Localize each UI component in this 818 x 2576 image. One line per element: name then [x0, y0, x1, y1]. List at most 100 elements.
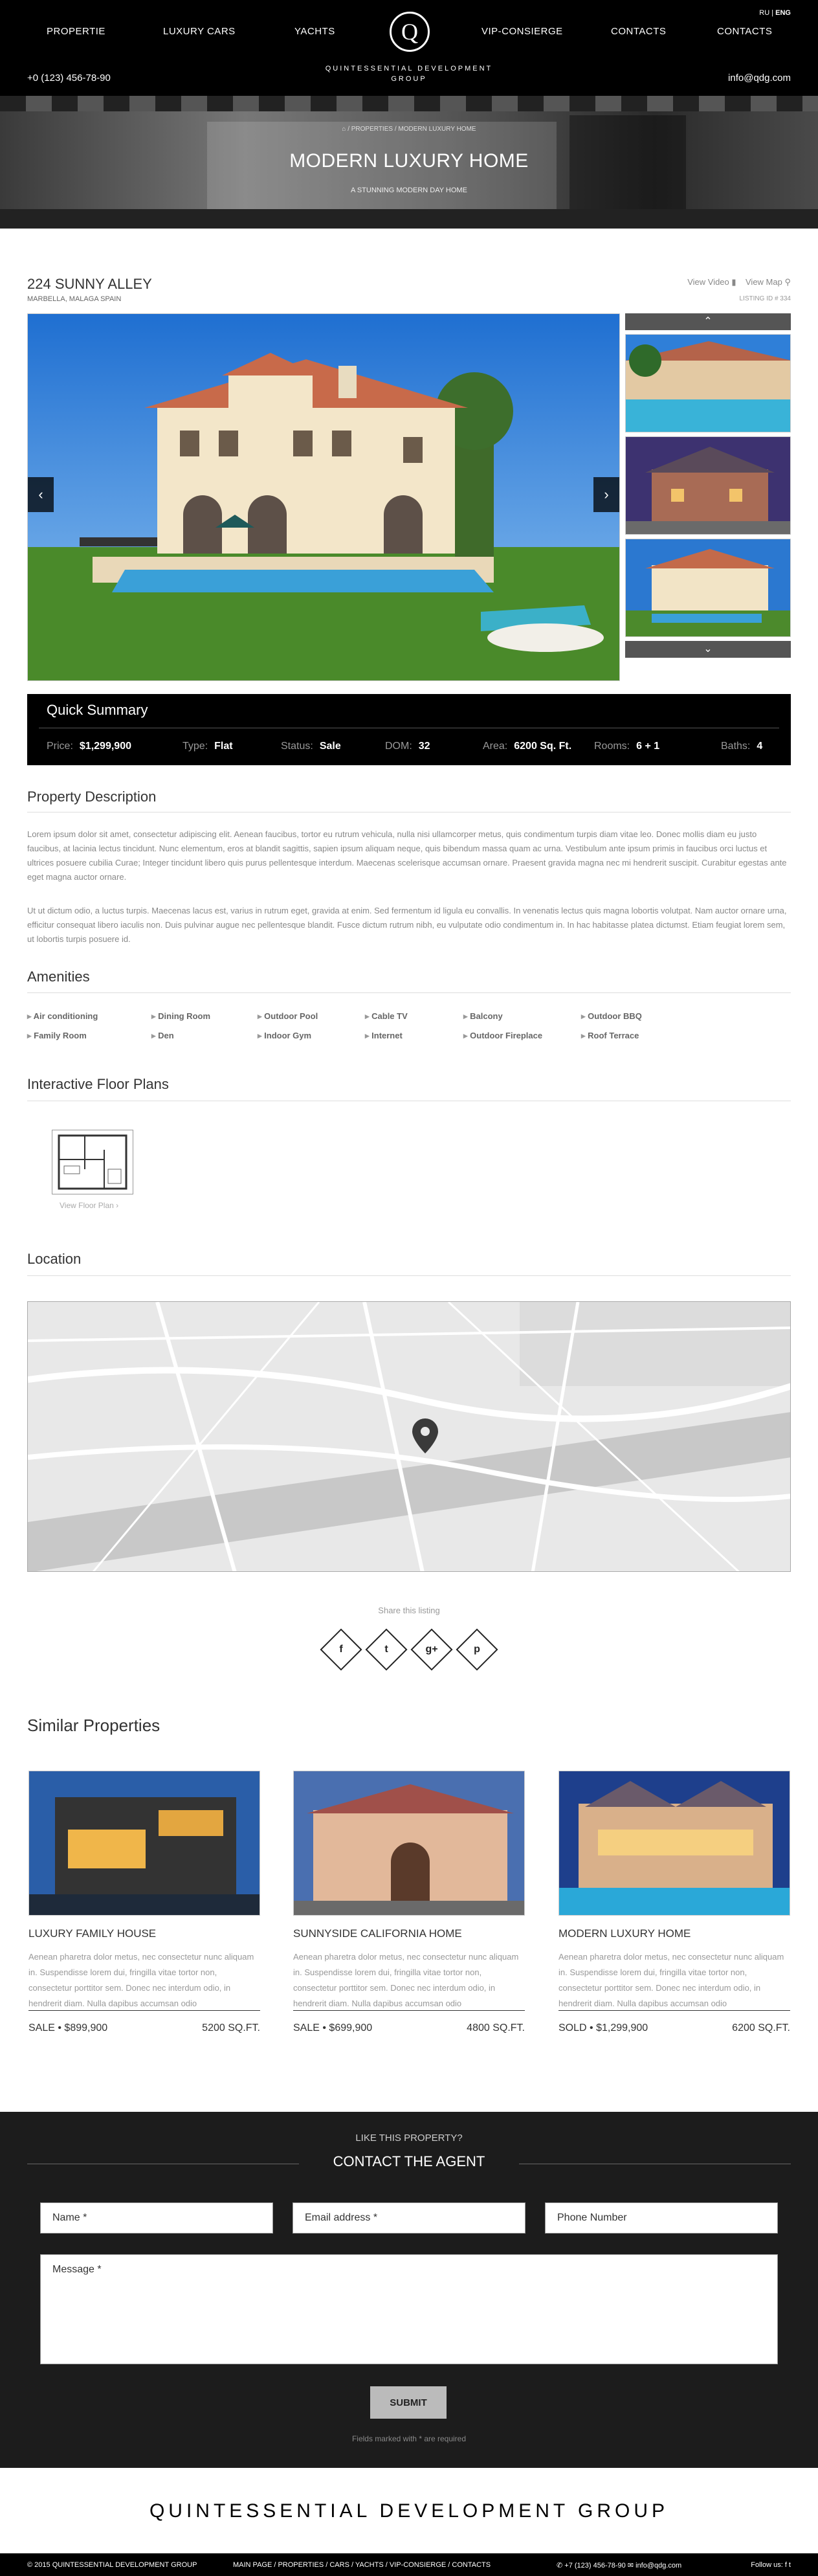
- summary-label: DOM:: [385, 741, 412, 752]
- floor-plan-thumbnail[interactable]: [52, 1130, 133, 1194]
- thumb-down-button[interactable]: ⌄: [625, 641, 791, 658]
- amenity-item: Cable TV: [365, 1011, 408, 1022]
- contact-section: LIKE THIS PROPERTY? CONTACT THE AGENT Na…: [0, 2112, 818, 2468]
- brand-name: QUINTESSENTIAL DEVELOPMENT GROUP: [304, 63, 514, 84]
- amenity-item: Indoor Gym: [258, 1031, 311, 1041]
- quick-summary-title: Quick Summary: [47, 702, 148, 718]
- summary-value: Sale: [319, 741, 341, 752]
- footer-menu[interactable]: MAIN PAGE / PROPERTIES / CARS / YACHTS /…: [233, 2561, 491, 2569]
- card-stats: SOLD • $1,299,900 6200 SQ.FT.: [558, 2022, 790, 2033]
- card-status: SALE: [28, 2022, 55, 2033]
- thumbnail-3[interactable]: [625, 539, 791, 637]
- pinterest-share-button[interactable]: p: [456, 1628, 498, 1671]
- summary-area: Area: 6200 Sq. Ft.: [483, 741, 571, 752]
- gallery-next-button[interactable]: ›: [593, 477, 619, 512]
- similar-card-1[interactable]: LUXURY FAMILY HOUSE Aenean pharetra dolo…: [28, 1771, 260, 2034]
- lang-en[interactable]: ENG: [775, 9, 791, 17]
- thumbnail-strip: ⌃ ⌄: [625, 313, 791, 658]
- nav-vip-consierge[interactable]: VIP-CONSIERGE: [481, 26, 563, 37]
- copyright: © 2015 QUINTESSENTIAL DEVELOPMENT GROUP: [27, 2561, 197, 2569]
- share-label: Share this listing: [378, 1606, 440, 1615]
- required-note: Fields marked with * are required: [351, 2434, 467, 2443]
- card-title[interactable]: LUXURY FAMILY HOUSE: [28, 1927, 260, 1940]
- site-header: RU | ENG PROPERTIE LUXURY CARS YACHTS VI…: [0, 0, 818, 96]
- name-field[interactable]: Name *: [40, 2202, 273, 2234]
- twitter-share-button[interactable]: t: [365, 1628, 408, 1671]
- thumbnail-1-photo: [626, 335, 790, 432]
- quick-summary: Quick Summary Price: $1,299,900 Type: Flat…: [27, 694, 791, 765]
- view-map-link[interactable]: View Map: [746, 277, 782, 287]
- hero-decor-stripe: [0, 96, 818, 111]
- message-field[interactable]: Message *: [40, 2254, 778, 2364]
- similar-card-3[interactable]: MODERN LUXURY HOME Aenean pharetra dolor…: [558, 1771, 790, 2034]
- nav-contacts-2[interactable]: CONTACTS: [717, 26, 772, 37]
- lang-ru[interactable]: RU: [759, 9, 769, 17]
- card-image[interactable]: [293, 1771, 525, 1916]
- summary-label: Status:: [281, 741, 313, 752]
- thumbnail-1[interactable]: [625, 334, 791, 432]
- video-icon[interactable]: ▮: [731, 277, 736, 287]
- similar-card-2[interactable]: SUNNYSIDE CALIFORNIA HOME Aenean pharetr…: [293, 1771, 525, 2034]
- summary-value: 4: [757, 741, 763, 752]
- nav-yachts[interactable]: YACHTS: [294, 26, 335, 37]
- map-pin-icon[interactable]: ⚲: [784, 277, 791, 287]
- floor-plan-drawing: [58, 1134, 127, 1190]
- summary-baths: Baths: 4: [721, 741, 762, 752]
- summary-value: Flat: [214, 741, 233, 752]
- card-description: Aenean pharetra dolor metus, nec consect…: [28, 1952, 254, 2008]
- language-switcher[interactable]: RU | ENG: [759, 9, 791, 17]
- summary-value: 6 + 1: [636, 741, 660, 752]
- footer-contact[interactable]: ✆ +7 (123) 456-78-90 ✉ info@qdg.com: [557, 2561, 681, 2570]
- view-floor-plan-link[interactable]: View Floor Plan ›: [60, 1201, 118, 1210]
- brand-line-1: QUINTESSENTIAL DEVELOPMENT: [325, 65, 493, 73]
- description-paragraph-1: Lorem ipsum dolor sit amet, consectetur …: [27, 829, 787, 882]
- summary-value: 6200 Sq. Ft.: [514, 741, 572, 752]
- view-video-link[interactable]: View Video: [687, 277, 729, 287]
- summary-label: Price:: [47, 741, 73, 752]
- nav-contacts[interactable]: CONTACTS: [611, 26, 666, 37]
- amenities-rule: [27, 992, 791, 993]
- nav-luxury-cars[interactable]: LUXURY CARS: [163, 26, 236, 37]
- card-image[interactable]: [558, 1771, 790, 1916]
- contact-question: LIKE THIS PROPERTY?: [355, 2133, 463, 2144]
- facebook-share-button[interactable]: f: [320, 1628, 362, 1671]
- property-city: MARBELLA, MALAGA SPAIN: [27, 295, 122, 303]
- header-email[interactable]: info@qdg.com: [728, 73, 791, 84]
- contact-heading: CONTACT THE AGENT: [333, 2153, 485, 2169]
- header-phone[interactable]: +0 (123) 456-78-90: [27, 73, 111, 84]
- summary-label: Rooms:: [594, 741, 630, 752]
- summary-price: Price: $1,299,900: [47, 741, 131, 752]
- phone-field[interactable]: Phone Number: [545, 2202, 778, 2234]
- location-heading: Location: [27, 1251, 82, 1267]
- google-plus-icon: g+: [425, 1644, 438, 1655]
- logo[interactable]: Q: [390, 12, 430, 52]
- gallery-prev-button[interactable]: ‹: [28, 477, 54, 512]
- nav-properties[interactable]: PROPERTIE: [47, 26, 105, 37]
- description-paragraph-2: Ut ut dictum odio, a luctus turpis. Maec…: [27, 906, 787, 944]
- card-stats: SALE • $899,900 5200 SQ.FT.: [28, 2022, 260, 2033]
- thumbnail-2[interactable]: [625, 436, 791, 535]
- card-title[interactable]: SUNNYSIDE CALIFORNIA HOME: [293, 1927, 525, 1940]
- card-description: Aenean pharetra dolor metus, nec consect…: [558, 1952, 784, 2008]
- submit-button[interactable]: SUBMIT: [370, 2386, 447, 2419]
- breadcrumb[interactable]: ⌂ / PROPERTIES / MODERN LUXURY HOME: [0, 126, 818, 133]
- card-price: $1,299,900: [596, 2022, 648, 2033]
- card-price: $899,900: [64, 2022, 108, 2033]
- card-image[interactable]: [28, 1771, 260, 1916]
- summary-dom: DOM: 32: [385, 741, 430, 752]
- amenity-item: Dining Room: [151, 1011, 210, 1022]
- floorplans-heading: Interactive Floor Plans: [27, 1076, 169, 1092]
- main-property-image[interactable]: ‹ ›: [27, 313, 620, 681]
- summary-value: 32: [418, 741, 430, 752]
- summary-label: Area:: [483, 741, 508, 752]
- card-status: SOLD: [558, 2022, 587, 2033]
- email-field[interactable]: Email address *: [293, 2202, 525, 2234]
- amenity-item: Internet: [365, 1031, 403, 1041]
- amenity-item: Balcony: [463, 1011, 503, 1022]
- location-map[interactable]: [27, 1301, 791, 1572]
- footer-follow[interactable]: Follow us: f t: [751, 2561, 791, 2569]
- google-plus-share-button[interactable]: g+: [410, 1628, 453, 1671]
- thumb-up-button[interactable]: ⌃: [625, 313, 791, 330]
- location-rule: [27, 1275, 791, 1276]
- card-title[interactable]: MODERN LUXURY HOME: [558, 1927, 790, 1940]
